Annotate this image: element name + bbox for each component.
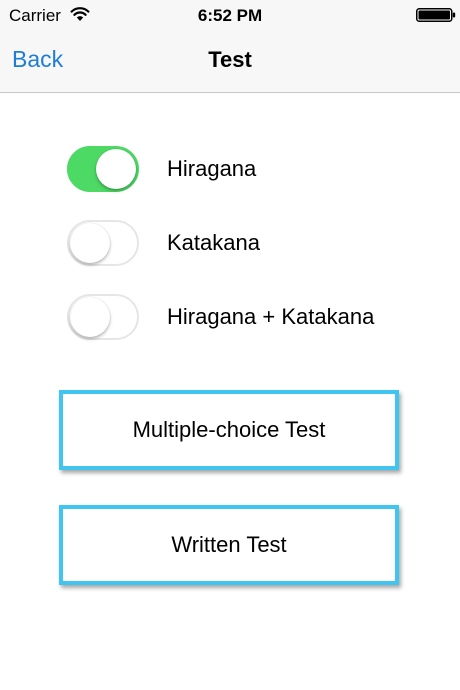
written-test-button[interactable]: Written Test bbox=[59, 505, 399, 585]
navigation-bar: Back Test bbox=[0, 30, 460, 93]
status-time: 6:52 PM bbox=[197, 6, 263, 25]
page-title: Test bbox=[208, 47, 252, 72]
hiragana-katakana-label: Hiragana + Katakana bbox=[167, 304, 375, 329]
switch-knob bbox=[70, 223, 110, 263]
hiragana-label: Hiragana bbox=[167, 156, 257, 181]
switch-knob bbox=[96, 149, 136, 189]
switch-knob bbox=[70, 297, 110, 337]
katakana-label: Katakana bbox=[167, 230, 260, 255]
hiragana-katakana-switch[interactable] bbox=[67, 294, 139, 340]
status-bar: Carrier 6:52 PM bbox=[0, 0, 460, 30]
battery-icon bbox=[416, 8, 456, 22]
katakana-switch[interactable] bbox=[67, 220, 139, 266]
multiple-choice-test-button[interactable]: Multiple-choice Test bbox=[59, 390, 399, 470]
hiragana-switch[interactable] bbox=[67, 146, 139, 192]
